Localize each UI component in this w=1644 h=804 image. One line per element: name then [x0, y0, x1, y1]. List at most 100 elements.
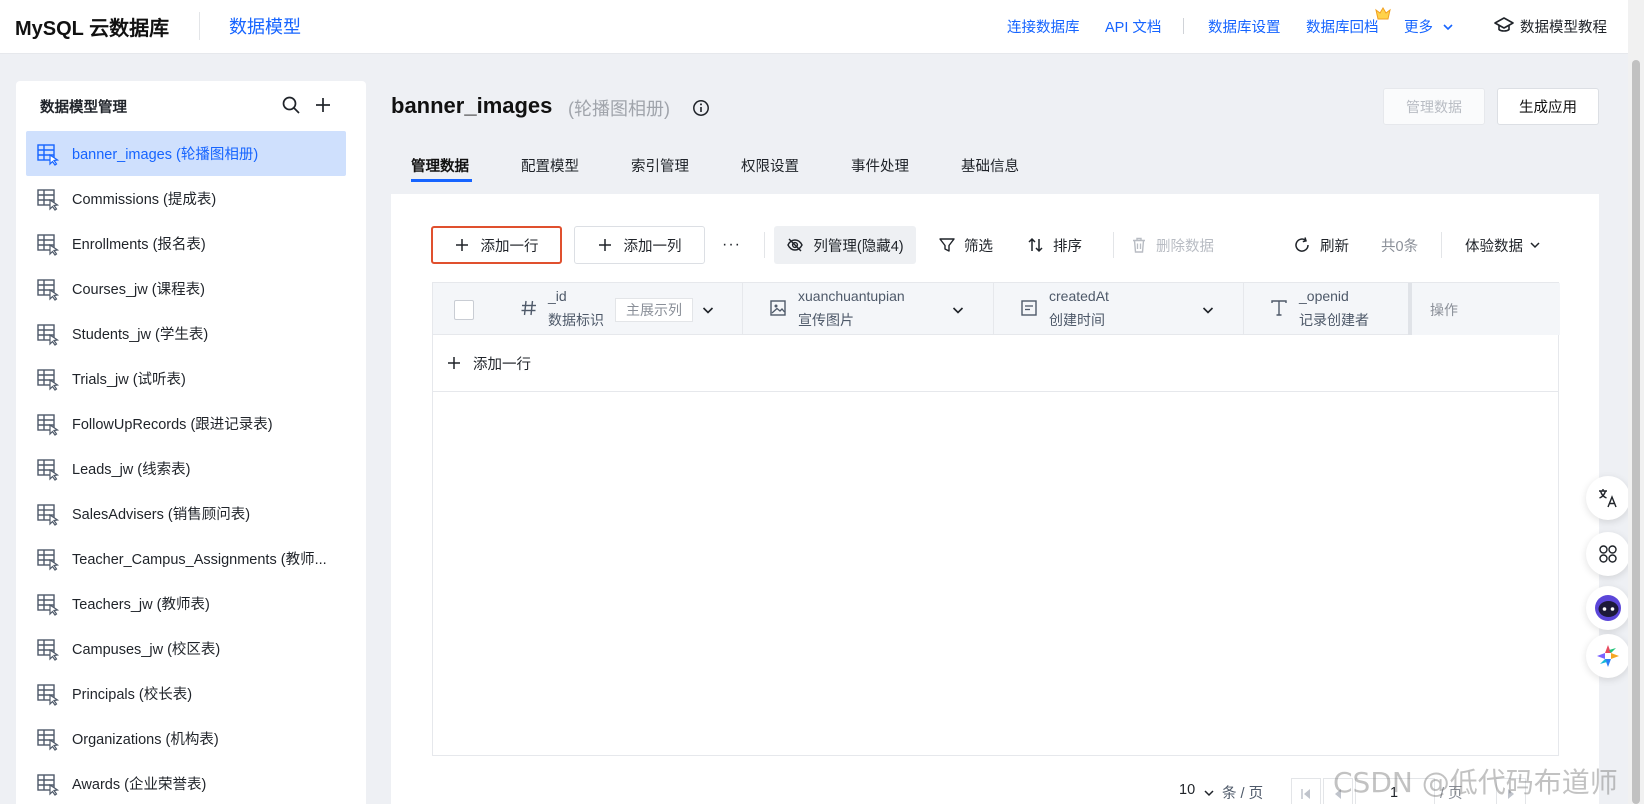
table-model-icon — [37, 638, 60, 661]
info-icon[interactable] — [692, 99, 710, 117]
sidebar-item-awards[interactable]: Awards (企业荣誉表) — [26, 761, 346, 804]
sidebar-item-commissions[interactable]: Commissions (提成表) — [26, 176, 346, 221]
assistant-bot-icon — [1595, 595, 1621, 621]
more-actions-button[interactable]: ··· — [722, 232, 741, 258]
sidebar-item-campuses[interactable]: Campuses_jw (校区表) — [26, 626, 346, 671]
nav-connect-db[interactable]: 连接数据库 — [1007, 16, 1080, 37]
sidebar-item-label: Commissions (提成表) — [72, 192, 217, 208]
plus-icon — [448, 357, 460, 369]
sidebar-item-label: Awards (企业荣誉表) — [72, 777, 207, 793]
chevron-down-icon[interactable] — [951, 303, 965, 317]
column-manage-button[interactable]: 列管理(隐藏4) — [774, 226, 916, 264]
apps-grid-button[interactable] — [1586, 532, 1630, 576]
nav-api-docs[interactable]: API 文档 — [1105, 16, 1161, 37]
table-model-icon — [37, 278, 60, 301]
sidebar-title: 数据模型管理 — [40, 100, 127, 116]
tab-event-handling[interactable]: 事件处理 — [851, 155, 909, 176]
model-list: banner_images (轮播图相册) Commissions (提成表) … — [26, 131, 346, 804]
sort-button[interactable]: 排序 — [1027, 232, 1082, 258]
assistant-bot-button[interactable] — [1586, 586, 1630, 630]
sidebar-item-trials[interactable]: Trials_jw (试听表) — [26, 356, 346, 401]
sidebar-item-principals[interactable]: Principals (校长表) — [26, 671, 346, 716]
column-name: _id — [548, 288, 567, 304]
sidebar-item-followup-records[interactable]: FollowUpRecords (跟进记录表) — [26, 401, 346, 446]
text-icon — [1271, 300, 1287, 316]
chevron-down-icon[interactable] — [701, 303, 715, 317]
tab-manage-data[interactable]: 管理数据 — [411, 155, 469, 176]
sidebar-item-organizations[interactable]: Organizations (机构表) — [26, 716, 346, 761]
add-model-icon[interactable] — [313, 95, 333, 115]
data-table: _id 数据标识 主展示列 xuanchuantupian 宣传图片 creat… — [432, 282, 1560, 756]
brand-title: MySQL 云数据库 — [15, 18, 170, 40]
nav-more[interactable]: 更多 — [1404, 16, 1433, 37]
nav-db-rollback[interactable]: 数据库回档 — [1306, 16, 1379, 37]
column-name: _openid — [1299, 288, 1349, 304]
sidebar-item-courses[interactable]: Courses_jw (课程表) — [26, 266, 346, 311]
sidebar-item-students[interactable]: Students_jw (学生表) — [26, 311, 346, 356]
sidebar-item-label: Teacher_Campus_Assignments (教师... — [72, 552, 327, 568]
chevron-down-icon[interactable] — [1203, 787, 1215, 799]
sidebar-item-label: Principals (校长表) — [72, 687, 193, 703]
model-display-name: (轮播图相册) — [568, 99, 670, 119]
product-title[interactable]: 数据模型 — [229, 13, 301, 39]
delete-data-label: 删除数据 — [1156, 238, 1214, 255]
refresh-button[interactable]: 刷新 — [1292, 232, 1349, 258]
table-model-icon — [37, 503, 60, 526]
search-icon[interactable] — [281, 95, 301, 115]
sidebar-item-label: Students_jw (学生表) — [72, 327, 209, 343]
brand-assistant-button[interactable] — [1586, 634, 1630, 678]
trash-icon — [1133, 237, 1145, 253]
sidebar-item-enrollments[interactable]: Enrollments (报名表) — [26, 221, 346, 266]
sidebar-item-banner-images[interactable]: banner_images (轮播图相册) — [26, 131, 346, 176]
sidebar: 数据模型管理 banner_images (轮播图相册) Commissions… — [16, 81, 366, 804]
sidebar-item-label: Courses_jw (课程表) — [72, 282, 205, 298]
scrollbar-thumb[interactable] — [1632, 60, 1640, 804]
filter-icon — [939, 238, 955, 252]
plus-icon — [598, 239, 611, 251]
sidebar-item-label: Teachers_jw (教师表) — [72, 597, 210, 613]
tab-permissions[interactable]: 权限设置 — [741, 155, 799, 176]
generate-app-button[interactable]: 生成应用 — [1497, 88, 1599, 125]
column-label: 数据标识 — [548, 312, 604, 328]
column-divider — [1243, 283, 1244, 335]
sidebar-item-sales-advisers[interactable]: SalesAdvisers (销售顾问表) — [26, 491, 346, 536]
translate-button[interactable] — [1586, 476, 1630, 520]
delete-data-button[interactable]: 删除数据 — [1130, 232, 1214, 258]
sidebar-item-teacher-campus-assignments[interactable]: Teacher_Campus_Assignments (教师... — [26, 536, 346, 581]
table-model-icon — [37, 143, 60, 166]
operation-header-label: 操作 — [1430, 302, 1458, 318]
manage-data-button[interactable]: 管理数据 — [1383, 88, 1485, 125]
first-page-button[interactable] — [1291, 778, 1321, 804]
chevron-down-icon[interactable] — [1442, 21, 1454, 33]
sidebar-item-leads[interactable]: Leads_jw (线索表) — [26, 446, 346, 491]
filter-button[interactable]: 筛选 — [938, 232, 993, 258]
tab-index-management[interactable]: 索引管理 — [631, 155, 689, 176]
page-size-select[interactable]: 10 — [1179, 782, 1195, 798]
add-row-label: 添加一行 — [480, 238, 539, 255]
model-tutorial-link[interactable]: 数据模型教程 — [1520, 16, 1607, 37]
add-row-button[interactable]: 添加一行 — [431, 226, 562, 264]
table-model-icon — [37, 368, 60, 391]
nav-db-settings[interactable]: 数据库设置 — [1208, 16, 1281, 37]
page-size-unit: 条 / 页 — [1222, 786, 1264, 802]
column-divider — [993, 283, 994, 335]
add-column-button[interactable]: 添加一列 — [574, 226, 705, 264]
tab-configure-model[interactable]: 配置模型 — [521, 155, 579, 176]
csdn-watermark: CSDN @低代码布道师 — [1333, 766, 1618, 799]
column-name: createdAt — [1049, 288, 1109, 304]
image-icon — [770, 300, 786, 316]
table-model-icon — [37, 593, 60, 616]
trial-data-dropdown[interactable]: 体验数据 — [1465, 232, 1549, 258]
translate-icon — [1599, 489, 1617, 508]
graduation-cap-icon — [1494, 17, 1514, 32]
sort-icon — [1028, 237, 1043, 253]
table-add-row[interactable]: 添加一行 — [433, 335, 1558, 392]
table-model-icon — [37, 233, 60, 256]
chevron-down-icon[interactable] — [1201, 303, 1215, 317]
trial-data-label: 体验数据 — [1465, 238, 1523, 255]
select-all-checkbox[interactable] — [454, 300, 474, 320]
toolbar-divider — [764, 232, 765, 258]
tab-basic-info[interactable]: 基础信息 — [961, 155, 1019, 176]
sidebar-item-teachers[interactable]: Teachers_jw (教师表) — [26, 581, 346, 626]
sidebar-item-label: Organizations (机构表) — [72, 732, 219, 748]
